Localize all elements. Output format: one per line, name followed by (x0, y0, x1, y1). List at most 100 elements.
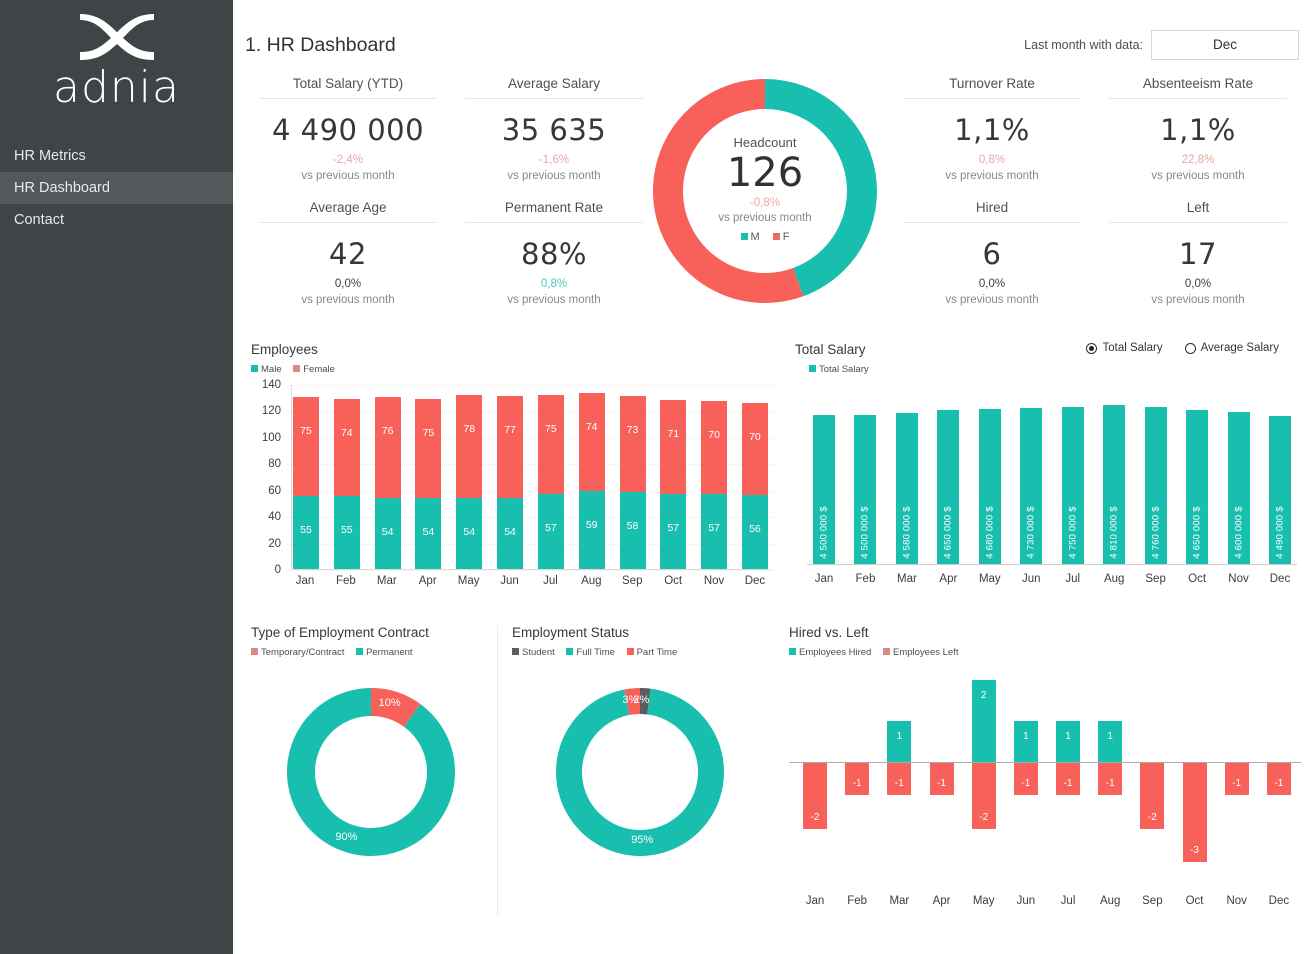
kpi-subtext: vs previous month (255, 294, 441, 306)
bar-left: -1 (845, 762, 869, 795)
bar-column[interactable]: 2-2 (966, 680, 1002, 870)
x-tick-label: Mar (881, 895, 917, 907)
bar-column[interactable]: -2 (1134, 680, 1170, 870)
bar-column[interactable]: 7459 (578, 385, 606, 569)
bar-column[interactable]: 4 580 000 $ (890, 393, 924, 564)
bar-column[interactable]: -1 (839, 680, 875, 870)
x-tick-label: Sep (618, 575, 646, 587)
bar-segment-female: 74 (334, 399, 360, 497)
bar-column[interactable]: 7358 (619, 385, 647, 569)
bar-column[interactable]: 4 490 000 $ (1263, 393, 1297, 564)
x-tick-label: Feb (848, 573, 882, 585)
bar-column[interactable]: 7555 (292, 385, 320, 569)
bar-column[interactable]: 4 500 000 $ (848, 393, 882, 564)
radio-average-salary[interactable]: Average Salary (1185, 342, 1279, 354)
bar-column[interactable]: 1-1 (1092, 680, 1128, 870)
gridline (287, 570, 773, 571)
bar-column[interactable]: 74 55 (333, 385, 361, 569)
sidebar-item-hr-dashboard[interactable]: HR Dashboard (0, 172, 233, 204)
bar-column[interactable]: 4 500 000 $ (807, 393, 841, 564)
bar-column[interactable]: -1 (1261, 680, 1297, 870)
bar-segment-male: 54 (456, 498, 482, 569)
bar-column[interactable]: 7654 (374, 385, 402, 569)
kpi-delta: 22,8% (1105, 154, 1291, 166)
bar-column[interactable]: 7057 (700, 385, 728, 569)
bar-column[interactable]: 7554 (414, 385, 442, 569)
bar-value-label: 4 490 000 $ (1274, 506, 1285, 558)
bar-value-label: 4 580 000 $ (901, 506, 912, 558)
sidebar-item-contact[interactable]: Contact (0, 204, 233, 236)
bar-column[interactable]: -2 (797, 680, 833, 870)
kpi-permanent-rate: Permanent Rate 88% 0,8% vs previous mont… (451, 200, 657, 306)
x-tick-label: Jun (1014, 573, 1048, 585)
hired-left-x-labels: JanFebMarAprMayJunJulAugSepOctNovDec (797, 895, 1297, 907)
bar-column[interactable]: 7056 (741, 385, 769, 569)
chart-title: Hired vs. Left (789, 625, 1301, 640)
bar-segment-male: 57 (701, 494, 727, 569)
bar-column[interactable]: -1 (924, 680, 960, 870)
x-tick-label: Dec (1261, 895, 1297, 907)
radio-total-salary[interactable]: Total Salary (1086, 342, 1162, 354)
employment-contract-chart: Type of Employment Contract Temporary/Co… (245, 625, 497, 915)
y-tick-label: 20 (251, 538, 281, 550)
salary-bar: 4 730 000 $ (1020, 408, 1042, 564)
legend-swatch-permanent (356, 648, 363, 655)
employees-plot: 020406080100120140 755574557654755478547… (251, 385, 773, 603)
bar-segment-female: 76 (375, 397, 401, 497)
kpi-delta: 0,8% (461, 278, 647, 290)
bar-segment-male: 54 (497, 498, 523, 569)
bar-value-label: 55 (334, 524, 360, 536)
kpi-value: 17 (1105, 237, 1291, 271)
bar-column[interactable]: 4 750 000 $ (1056, 393, 1090, 564)
bar-column[interactable]: -1 (1219, 680, 1255, 870)
y-tick-label: 40 (251, 511, 281, 523)
bar-column[interactable]: 7557 (537, 385, 565, 569)
legend-label-male: M (751, 231, 760, 243)
bar-column[interactable]: 4 760 000 $ (1139, 393, 1173, 564)
employees-bars: 7555745576547554785477547557745973587157… (291, 385, 769, 570)
x-tick-label: Nov (1219, 895, 1255, 907)
bar-column[interactable]: 4 650 000 $ (931, 393, 965, 564)
bar-hired: 2 (972, 680, 996, 762)
bar-hired: 1 (1014, 721, 1038, 762)
hired-vs-left-chart: Hired vs. Left Employees Hired Employees… (767, 625, 1301, 915)
kpi-delta: 0,0% (899, 278, 1085, 290)
bar-column[interactable]: 4 730 000 $ (1014, 393, 1048, 564)
bar-column[interactable]: 4 680 000 $ (973, 393, 1007, 564)
bar-column[interactable]: 1-1 (1008, 680, 1044, 870)
legend-item-female: F (773, 231, 790, 243)
bar-column[interactable]: -3 (1177, 680, 1213, 870)
kpi-area: Total Salary (YTD) 4 490 000 -2,4% vs pr… (233, 76, 1313, 338)
bar-value-label: 57 (701, 522, 727, 534)
kpi-subtext: vs previous month (1105, 294, 1291, 306)
radio-dot-average-salary-icon[interactable] (1185, 343, 1196, 354)
sidebar-item-hr-metrics[interactable]: HR Metrics (0, 140, 233, 172)
legend-label-male: Male (261, 364, 282, 375)
bar-column[interactable]: 1-1 (881, 680, 917, 870)
kpi-left: Left 17 0,0% vs previous month (1095, 200, 1301, 306)
bar-column[interactable]: 1-1 (1050, 680, 1086, 870)
x-tick-label: May (966, 895, 1002, 907)
bar-value-label: 75 (293, 425, 319, 437)
bar-segment-female: 75 (415, 399, 441, 498)
logo: adnia (0, 0, 233, 112)
bar-column[interactable]: 78 54 (455, 385, 483, 569)
chart-title: Type of Employment Contract (251, 625, 497, 640)
bar-value-label: -1 (1267, 778, 1291, 789)
bar-value-label: 74 (334, 427, 360, 439)
bar-column[interactable]: 4 600 000 $ (1222, 393, 1256, 564)
bar-value-label: 78 (456, 423, 482, 435)
month-select[interactable]: Dec (1151, 30, 1299, 60)
bar-column[interactable]: 4 650 000 $ (1180, 393, 1214, 564)
bar-value-label: -1 (887, 778, 911, 789)
radio-dot-total-salary-icon[interactable] (1086, 343, 1097, 354)
chart-title: Employment Status (512, 625, 767, 640)
kpi-col-1: Total Salary (YTD) 4 490 000 -2,4% vs pr… (245, 76, 451, 306)
legend-item-permanent: Permanent (356, 647, 412, 658)
y-tick-label: 80 (251, 458, 281, 470)
headcount-legend: M F (649, 231, 881, 243)
bar-column[interactable]: 7754 (496, 385, 524, 569)
bar-column[interactable]: 7157 (659, 385, 687, 569)
legend-swatch-female (293, 365, 300, 372)
bar-column[interactable]: 4 810 000 $ (1097, 393, 1131, 564)
